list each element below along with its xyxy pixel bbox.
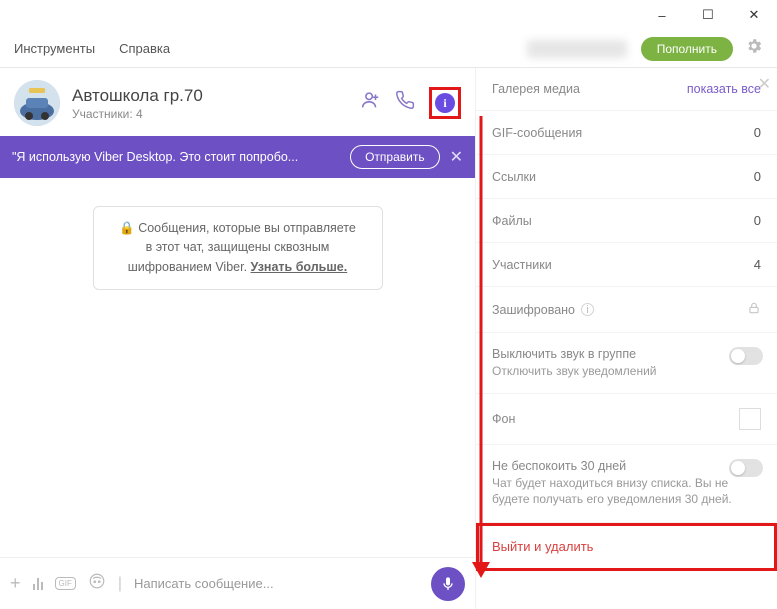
minimize-button[interactable]: – [639, 0, 685, 30]
lock-icon [747, 301, 761, 318]
info-panel: Галерея медиа показать все ✕ GIF-сообщен… [476, 68, 777, 609]
chat-header: Автошкола гр.70 Участники: 4 i [0, 68, 475, 136]
topup-button[interactable]: Пополнить [641, 37, 733, 61]
panel-close-icon[interactable]: ✕ [758, 74, 771, 94]
info-icon[interactable]: i [435, 93, 455, 113]
mute-toggle[interactable] [729, 347, 763, 365]
microphone-button[interactable] [431, 567, 465, 601]
info-button-highlighted[interactable]: i [429, 87, 461, 119]
panel-dnd[interactable]: Не беспокоить 30 дней Чат будет находить… [476, 445, 777, 522]
chat-pane: Автошкола гр.70 Участники: 4 i "Я исполь… [0, 68, 476, 609]
show-all-link[interactable]: показать все [687, 82, 761, 96]
plus-icon[interactable]: + [10, 573, 21, 594]
gif-icon[interactable]: GIF [55, 577, 76, 590]
voice-message-icon[interactable] [33, 578, 43, 590]
call-icon[interactable] [395, 90, 415, 116]
learn-more-link[interactable]: Узнать больше. [251, 260, 348, 274]
maximize-button[interactable]: ☐ [685, 0, 731, 30]
panel-gif[interactable]: GIF-сообщения 0 [476, 111, 777, 155]
message-input[interactable]: Написать сообщение... [134, 576, 419, 591]
background-swatch[interactable] [739, 408, 761, 430]
leave-and-delete[interactable]: Выйти и удалить [476, 523, 777, 571]
encryption-notice: 🔒 Сообщения, которые вы отправляете в эт… [93, 206, 383, 290]
lock-small-icon: 🔒 [119, 221, 135, 235]
menu-bar: Инструменты Справка Пополнить [0, 30, 777, 68]
account-name-blurred [527, 40, 627, 58]
panel-media-gallery[interactable]: Галерея медиа показать все ✕ [476, 68, 777, 111]
banner-text: "Я использую Viber Desktop. Это стоит по… [12, 150, 340, 164]
panel-files[interactable]: Файлы 0 [476, 199, 777, 243]
menu-help[interactable]: Справка [119, 41, 170, 56]
close-button[interactable]: ✕ [731, 0, 777, 30]
chat-avatar[interactable] [14, 80, 60, 126]
panel-background[interactable]: Фон [476, 394, 777, 445]
sticker-icon[interactable] [88, 572, 106, 595]
banner-send-button[interactable]: Отправить [350, 145, 440, 169]
panel-encrypted: Зашифровано i [476, 287, 777, 333]
info-small-icon[interactable]: i [581, 303, 594, 316]
add-participant-icon[interactable] [359, 89, 381, 117]
panel-mute[interactable]: Выключить звук в группе Отключить звук у… [476, 333, 777, 394]
panel-members[interactable]: Участники 4 [476, 243, 777, 287]
window-controls: – ☐ ✕ [639, 0, 777, 30]
chat-body: 🔒 Сообщения, которые вы отправляете в эт… [0, 178, 475, 557]
chat-participants[interactable]: Участники: 4 [72, 107, 203, 121]
dnd-toggle[interactable] [729, 459, 763, 477]
promo-banner: "Я использую Viber Desktop. Это стоит по… [0, 136, 475, 178]
banner-close-icon[interactable]: ✕ [450, 147, 463, 167]
message-input-bar: + GIF | Написать сообщение... [0, 557, 475, 609]
chat-title: Автошкола гр.70 [72, 86, 203, 106]
settings-icon[interactable] [745, 37, 763, 60]
menu-tools[interactable]: Инструменты [14, 41, 95, 56]
panel-links[interactable]: Ссылки 0 [476, 155, 777, 199]
